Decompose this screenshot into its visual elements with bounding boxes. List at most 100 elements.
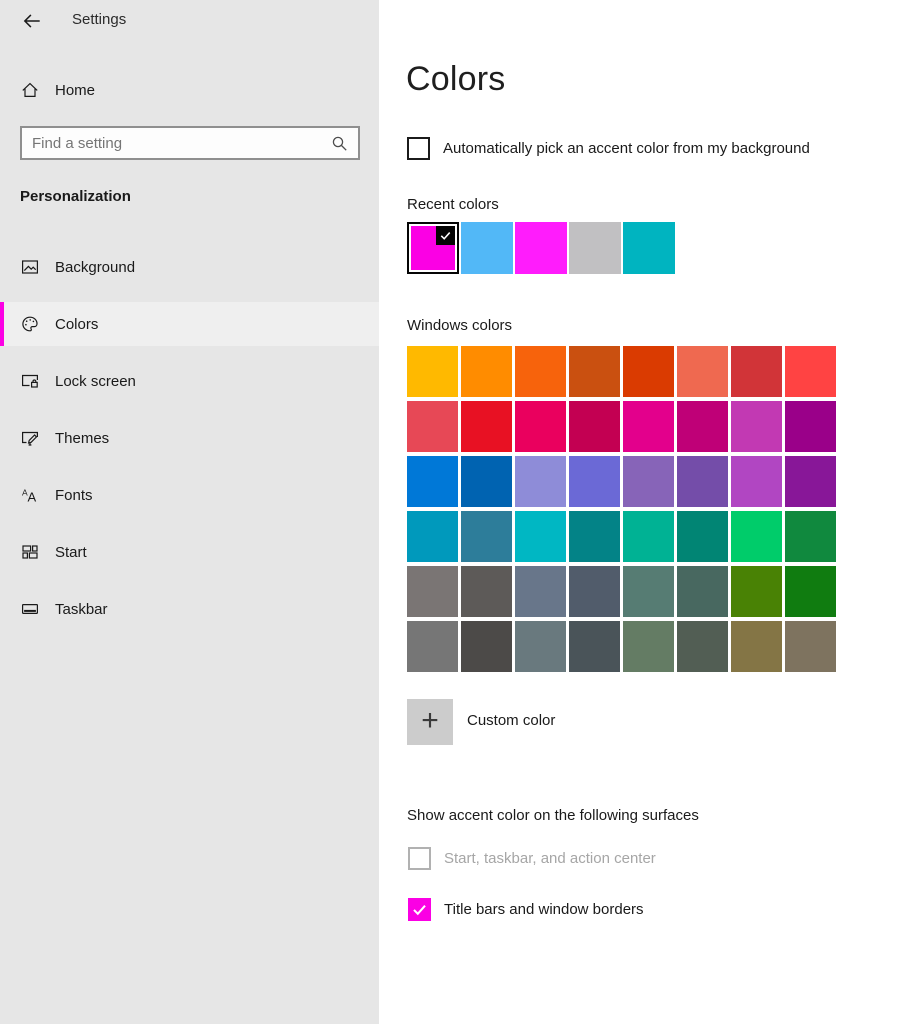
windows-color-swatch-r2c2[interactable] bbox=[461, 401, 512, 452]
windows-color-swatch-r3c4[interactable] bbox=[569, 456, 620, 507]
windows-color-swatch-r3c3[interactable] bbox=[515, 456, 566, 507]
sidebar: Settings Home Personalization Background… bbox=[0, 0, 379, 1024]
windows-color-swatch-r2c4[interactable] bbox=[569, 401, 620, 452]
search-icon bbox=[331, 135, 348, 152]
title-bars-and-window-borders-label[interactable]: Title bars and window borders bbox=[444, 901, 644, 918]
taskbar-icon bbox=[20, 599, 40, 619]
start-taskbar-and-action-center-label: Start, taskbar, and action center bbox=[444, 850, 656, 867]
sidebar-item-label: Themes bbox=[55, 430, 109, 447]
windows-color-swatch-r6c2[interactable] bbox=[461, 621, 512, 672]
windows-color-swatch-r4c6[interactable] bbox=[677, 511, 728, 562]
windows-color-swatch-r6c8[interactable] bbox=[785, 621, 836, 672]
windows-color-swatch-r4c1[interactable] bbox=[407, 511, 458, 562]
windows-color-swatch-r4c3[interactable] bbox=[515, 511, 566, 562]
recent-colors-label: Recent colors bbox=[407, 196, 499, 213]
windows-color-swatch-r6c4[interactable] bbox=[569, 621, 620, 672]
windows-color-swatch-r2c7[interactable] bbox=[731, 401, 782, 452]
windows-colors-grid bbox=[407, 346, 836, 672]
sidebar-item-label: Taskbar bbox=[55, 601, 108, 618]
windows-color-swatch-r3c7[interactable] bbox=[731, 456, 782, 507]
windows-color-swatch-r4c2[interactable] bbox=[461, 511, 512, 562]
windows-color-swatch-r6c6[interactable] bbox=[677, 621, 728, 672]
recent-color-swatch-2[interactable] bbox=[461, 222, 513, 274]
windows-color-swatch-r6c3[interactable] bbox=[515, 621, 566, 672]
auto-accent-label[interactable]: Automatically pick an accent color from … bbox=[443, 140, 810, 157]
home-icon bbox=[20, 80, 40, 100]
windows-color-swatch-r5c4[interactable] bbox=[569, 566, 620, 617]
sidebar-item-taskbar[interactable]: Taskbar bbox=[0, 587, 379, 631]
windows-color-swatch-r4c8[interactable] bbox=[785, 511, 836, 562]
sidebar-section-personalization: Personalization bbox=[20, 188, 131, 205]
windows-color-swatch-r5c8[interactable] bbox=[785, 566, 836, 617]
selected-accent-bar bbox=[0, 302, 4, 346]
plus-icon: + bbox=[421, 706, 439, 736]
windows-color-swatch-r3c5[interactable] bbox=[623, 456, 674, 507]
sidebar-item-colors[interactable]: Colors bbox=[0, 302, 379, 346]
auto-accent-checkbox[interactable] bbox=[407, 137, 430, 160]
windows-color-swatch-r6c7[interactable] bbox=[731, 621, 782, 672]
background-icon bbox=[20, 257, 40, 277]
windows-colors-label: Windows colors bbox=[407, 317, 512, 334]
sidebar-item-label: Lock screen bbox=[55, 373, 136, 390]
custom-color-button[interactable]: + bbox=[407, 699, 453, 745]
windows-color-swatch-r4c4[interactable] bbox=[569, 511, 620, 562]
sidebar-item-lock-screen[interactable]: Lock screen bbox=[0, 359, 379, 403]
sidebar-item-label: Start bbox=[55, 544, 87, 561]
windows-color-swatch-r1c3[interactable] bbox=[515, 346, 566, 397]
windows-color-swatch-r1c7[interactable] bbox=[731, 346, 782, 397]
windows-color-swatch-r2c1[interactable] bbox=[407, 401, 458, 452]
themes-icon bbox=[20, 428, 40, 448]
windows-color-swatch-r2c3[interactable] bbox=[515, 401, 566, 452]
surface-row-title-bars-and-window-borders: Title bars and window borders bbox=[408, 898, 644, 921]
sidebar-item-label: Home bbox=[55, 82, 95, 99]
windows-color-swatch-r4c5[interactable] bbox=[623, 511, 674, 562]
windows-color-swatch-r3c1[interactable] bbox=[407, 456, 458, 507]
selected-check-icon bbox=[436, 226, 455, 245]
windows-color-swatch-r5c1[interactable] bbox=[407, 566, 458, 617]
windows-color-swatch-r2c8[interactable] bbox=[785, 401, 836, 452]
windows-color-swatch-r6c5[interactable] bbox=[623, 621, 674, 672]
windows-color-swatch-r6c1[interactable] bbox=[407, 621, 458, 672]
custom-color-label: Custom color bbox=[467, 712, 555, 729]
windows-color-swatch-r5c6[interactable] bbox=[677, 566, 728, 617]
svg-text:A: A bbox=[28, 490, 37, 505]
sidebar-item-background[interactable]: Background bbox=[0, 245, 379, 289]
windows-color-swatch-r2c6[interactable] bbox=[677, 401, 728, 452]
sidebar-item-themes[interactable]: Themes bbox=[0, 416, 379, 460]
windows-color-swatch-r1c1[interactable] bbox=[407, 346, 458, 397]
start-taskbar-and-action-center-checkbox bbox=[408, 847, 431, 870]
windows-color-swatch-r5c5[interactable] bbox=[623, 566, 674, 617]
recent-color-swatch-1[interactable] bbox=[407, 222, 459, 274]
sidebar-nav: Background Colors Lock screen Themes AAFonts… bbox=[0, 245, 379, 644]
colors-icon bbox=[20, 314, 40, 334]
sidebar-item-home[interactable]: Home bbox=[0, 70, 379, 110]
recent-color-swatch-3[interactable] bbox=[515, 222, 567, 274]
windows-color-swatch-r1c6[interactable] bbox=[677, 346, 728, 397]
windows-color-swatch-r3c6[interactable] bbox=[677, 456, 728, 507]
windows-color-swatch-r5c7[interactable] bbox=[731, 566, 782, 617]
windows-color-swatch-r4c7[interactable] bbox=[731, 511, 782, 562]
back-arrow-icon bbox=[21, 10, 43, 32]
windows-color-swatch-r1c5[interactable] bbox=[623, 346, 674, 397]
recent-color-swatch-5[interactable] bbox=[623, 222, 675, 274]
title-bars-and-window-borders-checkbox[interactable] bbox=[408, 898, 431, 921]
page-title: Colors bbox=[406, 60, 505, 99]
back-button[interactable] bbox=[12, 4, 52, 38]
windows-color-swatch-r3c8[interactable] bbox=[785, 456, 836, 507]
windows-color-swatch-r2c5[interactable] bbox=[623, 401, 674, 452]
search-input[interactable] bbox=[32, 135, 331, 152]
windows-color-swatch-r1c4[interactable] bbox=[569, 346, 620, 397]
sidebar-item-label: Background bbox=[55, 259, 135, 276]
windows-color-swatch-r5c2[interactable] bbox=[461, 566, 512, 617]
windows-color-swatch-r1c2[interactable] bbox=[461, 346, 512, 397]
sidebar-item-fonts[interactable]: AAFonts bbox=[0, 473, 379, 517]
windows-color-swatch-r1c8[interactable] bbox=[785, 346, 836, 397]
sidebar-item-start[interactable]: Start bbox=[0, 530, 379, 574]
recent-colors-row bbox=[407, 222, 675, 274]
start-icon bbox=[20, 542, 40, 562]
fonts-icon: AA bbox=[20, 485, 40, 505]
search-box[interactable] bbox=[20, 126, 360, 160]
recent-color-swatch-4[interactable] bbox=[569, 222, 621, 274]
windows-color-swatch-r3c2[interactable] bbox=[461, 456, 512, 507]
windows-color-swatch-r5c3[interactable] bbox=[515, 566, 566, 617]
